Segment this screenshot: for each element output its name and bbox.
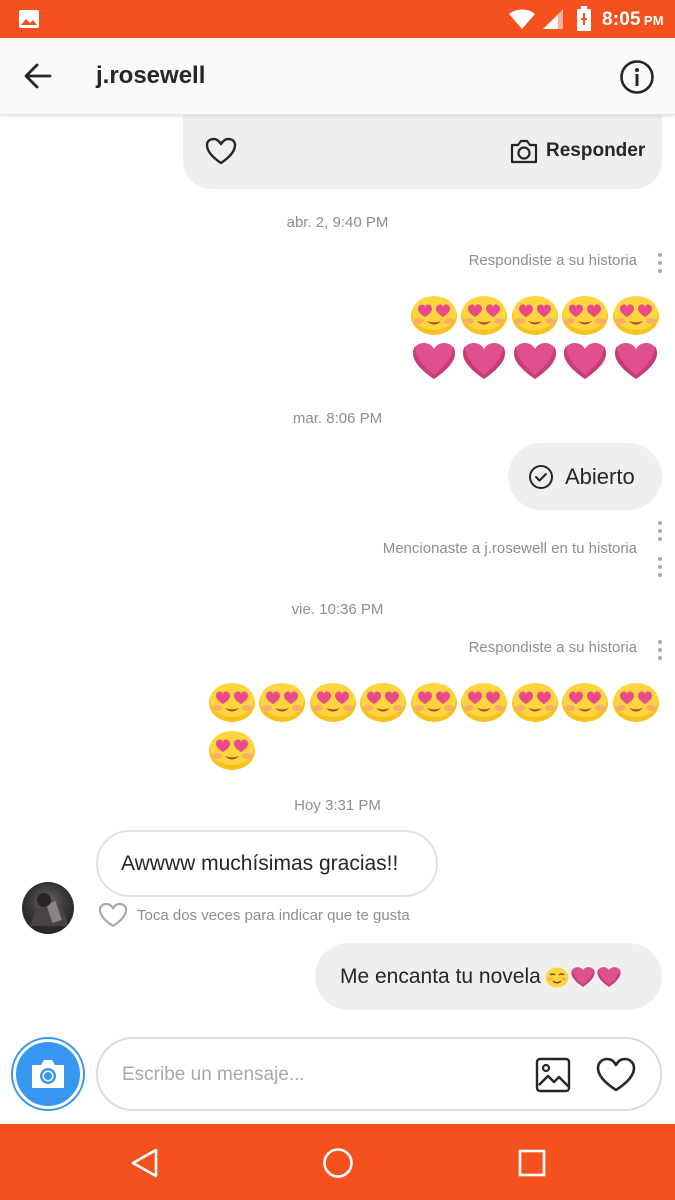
message-timestamp: vie. 10:36 PM xyxy=(291,601,384,618)
like-hint-text: Toca dos veces para indicar que te gusta xyxy=(137,906,410,924)
status-clock: 8:05 PM xyxy=(602,9,664,31)
battery-charging-icon xyxy=(577,6,591,31)
info-icon[interactable] xyxy=(619,59,655,95)
heart-eyes-emoji xyxy=(459,676,510,724)
back-arrow-icon[interactable] xyxy=(22,60,54,92)
outgoing-message-text: Me encanta tu novela xyxy=(340,964,541,988)
pink-heart-emoji xyxy=(560,340,611,382)
opened-status-bubble[interactable]: Abierto xyxy=(508,443,662,510)
home-circle-icon[interactable] xyxy=(321,1146,355,1180)
gallery-icon[interactable] xyxy=(535,1057,571,1093)
opened-label: Abierto xyxy=(565,463,635,489)
heart-eyes-emoji xyxy=(560,289,611,337)
message-timestamp: abr. 2, 9:40 PM xyxy=(286,214,389,231)
incoming-message-text: Awwww muchísimas gracias!! xyxy=(121,851,399,875)
pink-heart-emoji xyxy=(459,340,510,382)
more-options-icon[interactable] xyxy=(657,639,663,661)
chat-username[interactable]: j.rosewell xyxy=(96,62,205,90)
more-options-icon[interactable] xyxy=(657,520,663,578)
gallery-icon xyxy=(19,10,39,28)
pink-heart-emoji xyxy=(409,340,460,382)
heart-eyes-emoji xyxy=(207,676,258,724)
message-timestamp: Hoy 3:31 PM xyxy=(294,797,381,814)
signal-icon xyxy=(543,9,563,29)
message-input[interactable] xyxy=(122,1059,512,1091)
heart-outline-icon[interactable] xyxy=(98,902,128,928)
camera-button[interactable] xyxy=(13,1039,83,1109)
back-triangle-icon[interactable] xyxy=(128,1146,162,1180)
avatar[interactable] xyxy=(22,882,74,934)
message-timestamp: mar. 8:06 PM xyxy=(292,410,383,427)
system-nav-bar xyxy=(0,1124,675,1200)
check-circle-icon xyxy=(529,464,553,489)
emoji-reply-faces xyxy=(409,289,662,337)
heart-eyes-emoji xyxy=(560,676,611,724)
camera-icon xyxy=(510,139,538,164)
story-reply-note: Respondiste a su historia xyxy=(468,639,637,656)
pink-heart-emoji xyxy=(597,966,621,988)
status-bar: 8:05 PM xyxy=(0,0,675,38)
reply-button[interactable]: Responder xyxy=(509,136,645,166)
smiling-blush-emoji xyxy=(545,966,569,988)
camera-icon xyxy=(32,1060,64,1088)
avatar-photo xyxy=(30,893,68,926)
heart-eyes-emoji xyxy=(510,289,561,337)
wifi-icon xyxy=(509,9,535,29)
chat-header: j.rosewell xyxy=(0,38,675,115)
heart-eyes-emoji xyxy=(409,676,460,724)
emoji-reply-row-2 xyxy=(207,724,258,772)
heart-eyes-emoji xyxy=(358,676,409,724)
more-options-icon[interactable] xyxy=(657,252,663,274)
clock-ampm: PM xyxy=(643,13,664,28)
heart-outline-icon[interactable] xyxy=(205,137,237,165)
heart-outline-icon[interactable] xyxy=(596,1057,636,1093)
message-composer xyxy=(96,1037,662,1111)
incoming-message-bubble[interactable]: Awwww muchísimas gracias!! xyxy=(96,830,438,897)
heart-eyes-emoji xyxy=(207,724,258,772)
like-hint: Toca dos veces para indicar que te gusta xyxy=(98,902,410,928)
emoji-reply-hearts xyxy=(409,340,662,382)
recents-square-icon[interactable] xyxy=(515,1146,549,1180)
heart-eyes-emoji xyxy=(611,289,662,337)
reply-label: Responder xyxy=(546,140,646,161)
story-reply-card: Responder xyxy=(183,110,662,189)
emoji-reply-row-1 xyxy=(207,676,662,724)
heart-eyes-emoji xyxy=(510,676,561,724)
heart-eyes-emoji xyxy=(409,289,460,337)
pink-heart-emoji xyxy=(571,966,595,988)
pink-heart-emoji xyxy=(510,340,561,382)
mention-note: Mencionaste a j.rosewell en tu historia xyxy=(382,540,637,557)
outgoing-message-emojis xyxy=(545,966,623,988)
outgoing-message-bubble[interactable]: Me encanta tu novela xyxy=(315,943,662,1010)
heart-eyes-emoji xyxy=(611,676,662,724)
heart-eyes-emoji xyxy=(257,676,308,724)
heart-eyes-emoji xyxy=(308,676,359,724)
clock-time: 8:05 xyxy=(602,9,641,30)
heart-eyes-emoji xyxy=(459,289,510,337)
story-reply-note: Respondiste a su historia xyxy=(468,252,637,269)
pink-heart-emoji xyxy=(611,340,662,382)
